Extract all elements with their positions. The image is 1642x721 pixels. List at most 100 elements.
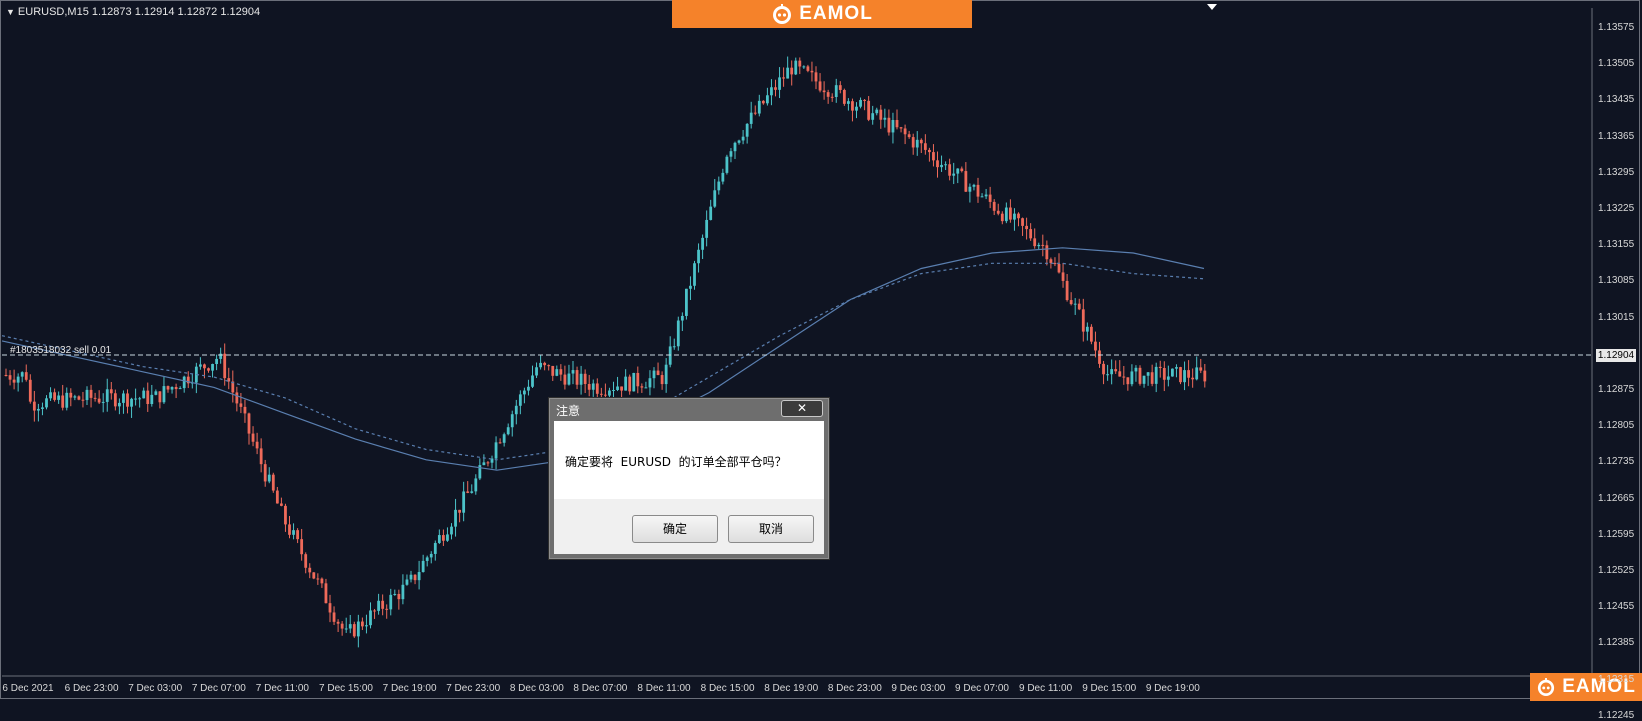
candle-bull <box>401 584 405 600</box>
candle-bull <box>915 139 919 148</box>
candle-bull <box>73 396 77 398</box>
candle-bear <box>255 441 259 449</box>
candle-bear <box>1021 218 1024 226</box>
candle-bear <box>207 368 210 371</box>
candle-bear <box>1094 341 1097 351</box>
price-tick-label: 1.12525 <box>1598 565 1635 576</box>
candle-bull <box>474 478 478 492</box>
candle-bull <box>45 398 48 408</box>
candle-bull <box>632 372 636 392</box>
candle-bear <box>863 99 866 101</box>
candle-bull <box>555 369 559 376</box>
candle-bear <box>239 403 243 407</box>
candle-bear <box>1114 369 1118 372</box>
candle-bull <box>956 168 960 174</box>
candle-bull <box>446 534 449 541</box>
confirm-close-dialog: 注意 ✕ 确定要将 EURUSD 的订单全部平仓吗？ 确定 取消 <box>548 397 830 560</box>
time-tick-label: 8 Dec 07:00 <box>573 683 628 694</box>
candle-bull <box>389 594 393 610</box>
candle-bull <box>1130 371 1134 385</box>
candle-bear <box>932 152 935 161</box>
candle-bull <box>49 392 52 399</box>
candle-bear <box>300 539 304 555</box>
candle-bull <box>178 388 182 390</box>
close-icon[interactable]: ✕ <box>781 400 823 417</box>
dialog-body: 确定要将 EURUSD 的订单全部平仓吗？ 确定 取消 <box>554 421 824 554</box>
candle-bear <box>810 70 814 73</box>
candle-bull <box>425 557 429 561</box>
candle-bear <box>1102 363 1105 375</box>
candle-bear <box>332 612 336 622</box>
candle-bear <box>1191 377 1195 380</box>
candle-bear <box>814 72 818 82</box>
time-tick-label: 8 Dec 03:00 <box>509 683 564 694</box>
candle-bear <box>798 60 802 67</box>
candle-bull <box>721 172 725 182</box>
candle-bear <box>361 621 364 627</box>
candle-bear <box>1033 238 1037 247</box>
price-tick-label: 1.12455 <box>1598 601 1635 613</box>
candle-bull <box>130 398 133 407</box>
chart-menu-arrow-icon[interactable]: ▼ <box>6 7 15 17</box>
time-tick-label: 9 Dec 19:00 <box>1145 683 1200 694</box>
candle-bear <box>97 398 101 403</box>
candle-bull <box>37 408 40 411</box>
candle-bear <box>1061 272 1065 281</box>
candle-bear <box>774 87 777 90</box>
candle-bull <box>778 77 781 90</box>
candle-bear <box>1081 309 1085 332</box>
candle-bear <box>1126 377 1130 385</box>
candle-bull <box>1134 367 1138 372</box>
candle-bull <box>693 263 696 286</box>
candle-bull <box>672 346 676 348</box>
candle-bear <box>4 375 8 377</box>
candle-bull <box>170 387 174 390</box>
candle-bear <box>620 386 623 391</box>
price-tick-label: 1.12805 <box>1598 420 1635 432</box>
candle-bull <box>1106 374 1109 376</box>
candle-bull <box>454 509 457 527</box>
candle-bear <box>263 464 267 482</box>
price-tick-label: 1.13575 <box>1598 22 1635 33</box>
robot-head-icon <box>773 4 792 24</box>
candle-bull <box>624 376 628 391</box>
candle-bear <box>1017 213 1020 219</box>
candle-bull <box>502 434 506 443</box>
candle-bull <box>737 140 741 143</box>
price-chart[interactable] <box>0 0 1642 701</box>
candle-bull <box>1085 326 1089 332</box>
chart-shift-marker-icon[interactable] <box>1207 4 1217 10</box>
candle-bull <box>652 370 656 379</box>
candle-bull <box>506 427 510 435</box>
candle-bull <box>356 621 360 637</box>
order-label[interactable]: #1803518032 sell 0.01 <box>10 345 111 356</box>
candle-bear <box>960 168 964 172</box>
candle-bear <box>1049 259 1053 264</box>
candle-bear <box>575 370 579 385</box>
candle-bear <box>259 448 263 465</box>
candle-bear <box>320 578 324 584</box>
candle-bull <box>369 610 372 626</box>
candle-bull <box>199 364 202 367</box>
candle-bear <box>1025 225 1028 230</box>
dialog-titlebar[interactable]: 注意 ✕ <box>549 398 829 420</box>
price-tick-label: 1.12385 <box>1598 637 1635 649</box>
candle-bear <box>928 149 931 153</box>
cancel-button[interactable]: 取消 <box>728 515 814 543</box>
price-tick-label: 1.13505 <box>1598 58 1635 70</box>
candle-bear <box>243 406 247 414</box>
candle-bear <box>288 524 291 535</box>
candle-bear <box>53 392 56 400</box>
candle-bear <box>113 393 117 407</box>
candle-bear <box>911 137 915 148</box>
candle-bull <box>65 392 69 408</box>
candle-bear <box>753 112 757 114</box>
candle-bull <box>713 190 717 207</box>
candle-bear <box>559 369 563 375</box>
candle-bull <box>786 67 790 79</box>
candle-bull <box>616 386 619 390</box>
candle-bull <box>348 624 352 629</box>
candle-bear <box>1158 366 1162 369</box>
candle-bull <box>211 363 214 371</box>
confirm-button[interactable]: 确定 <box>632 515 718 543</box>
